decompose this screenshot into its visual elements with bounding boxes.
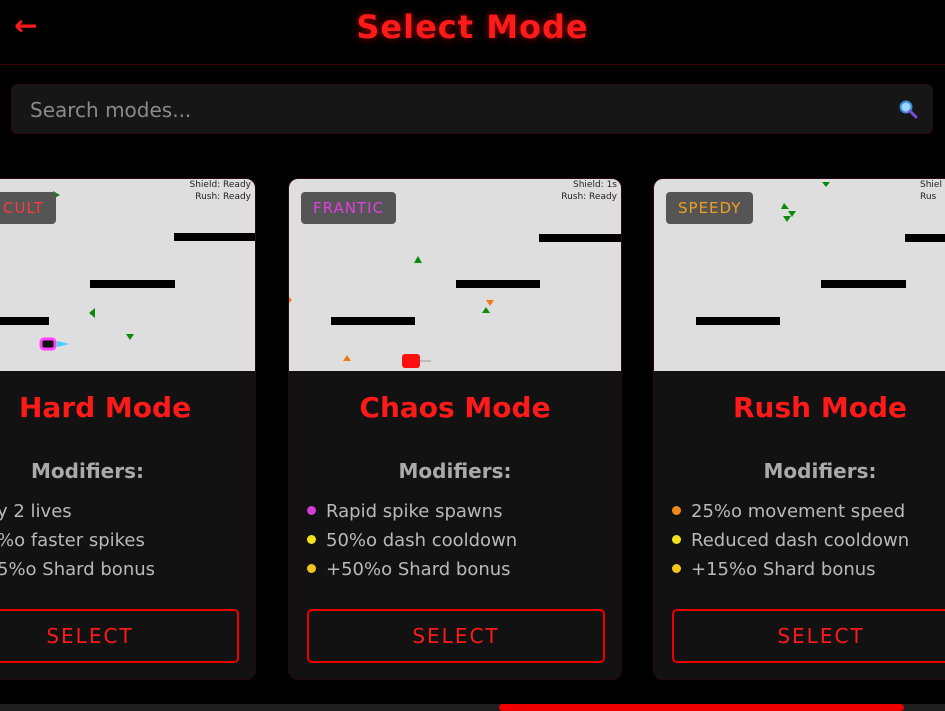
status-readout: Shield: 1s Rush: Ready (561, 180, 617, 202)
search-input[interactable] (28, 85, 892, 135)
search-icon[interactable] (898, 99, 918, 119)
modifiers-heading: Modifiers: (763, 459, 877, 483)
bullet-dot-icon (672, 505, 681, 515)
header: ← Select Mode (0, 0, 945, 65)
difficulty-badge: FRANTIC (301, 192, 396, 224)
mode-preview: SPEEDY Shiel Rus (654, 179, 945, 371)
mode-name: Chaos Mode (359, 391, 551, 424)
mode-name: Hard Mode (19, 391, 192, 424)
mode-carousel[interactable]: CULT Shield: Ready Rush: Ready Hard Mode… (0, 178, 945, 682)
modifier-item: Rapid spike spawns (307, 497, 621, 526)
modifier-list: y 2 lives %o faster spikes 5%o Shard bon… (0, 497, 255, 584)
modifier-list: Rapid spike spawns 50%o dash cooldown +5… (307, 497, 621, 584)
modifier-item: Reduced dash cooldown (672, 526, 945, 555)
modifier-item: 25%o movement speed (672, 497, 945, 526)
mode-card-hard: CULT Shield: Ready Rush: Ready Hard Mode… (0, 178, 256, 680)
mode-card-chaos: FRANTIC Shield: 1s Rush: Ready Chaos Mod… (288, 178, 622, 680)
modifier-item: %o faster spikes (0, 530, 145, 551)
mode-card-rush: SPEEDY Shiel Rus Rush Mode Modifiers: 25… (653, 178, 945, 680)
search-bar (11, 84, 933, 135)
carousel-scrollbar-thumb[interactable] (499, 704, 904, 711)
page-title: Select Mode (356, 8, 589, 46)
modifiers-heading: Modifiers: (31, 459, 144, 483)
modifiers-heading: Modifiers: (398, 459, 512, 483)
difficulty-badge: SPEEDY (666, 192, 754, 224)
mode-preview: CULT Shield: Ready Rush: Ready (0, 179, 255, 371)
select-button[interactable]: SELECT (307, 609, 605, 663)
modifier-item: +15%o Shard bonus (672, 555, 945, 584)
status-readout: Shield: Ready Rush: Ready (189, 180, 251, 202)
bullet-dot-icon (307, 563, 316, 573)
mode-preview: FRANTIC Shield: 1s Rush: Ready (289, 179, 621, 371)
bullet-dot-icon (307, 505, 316, 515)
difficulty-badge: CULT (0, 192, 56, 224)
modifier-item: +50%o Shard bonus (307, 555, 621, 584)
bullet-dot-icon (672, 534, 681, 544)
select-button[interactable]: SELECT (672, 609, 945, 663)
mode-name: Rush Mode (733, 391, 907, 424)
bullet-dot-icon (672, 563, 681, 573)
modifier-item: y 2 lives (0, 501, 72, 522)
modifier-item: 50%o dash cooldown (307, 526, 621, 555)
bullet-dot-icon (307, 534, 316, 544)
select-button[interactable]: SELECT (0, 609, 239, 663)
status-readout: Shiel Rus (920, 180, 942, 202)
modifier-item: 5%o Shard bonus (0, 559, 156, 580)
modifier-list: 25%o movement speed Reduced dash cooldow… (672, 497, 945, 584)
